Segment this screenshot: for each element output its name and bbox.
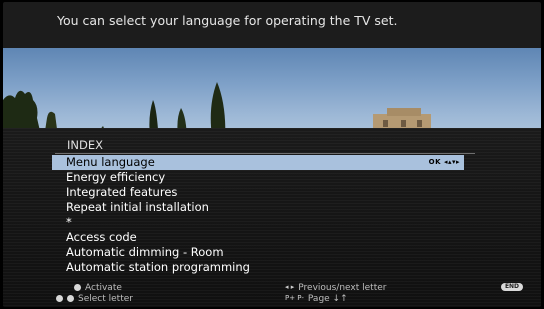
list-item-label: Access code — [66, 230, 137, 244]
list-item-energy-efficiency[interactable]: Energy efficiency — [52, 170, 464, 185]
info-message: You can select your language for operati… — [57, 13, 398, 28]
end-button-icon: END — [501, 283, 523, 291]
help-activate-label: Activate — [85, 283, 122, 293]
ok-navigate-hint: OK ◂▴▾▸ — [429, 155, 460, 170]
tv-frame: You can select your language for operati… — [0, 0, 544, 309]
list-item-label: Integrated features — [66, 185, 178, 199]
left-button-icon — [56, 295, 63, 302]
list-item-access-code[interactable]: Access code — [52, 230, 464, 245]
info-bar: You can select your language for operati… — [3, 2, 541, 49]
page-up-down-icon: P+ P- — [285, 294, 304, 302]
list-item-automatic-station-programming[interactable]: Automatic station programming — [52, 260, 464, 275]
help-page: P+ P- Page ↓↑ — [285, 294, 348, 304]
index-list: Menu language OK ◂▴▾▸ Energy efficiency … — [52, 155, 464, 275]
list-item-label: * — [66, 215, 72, 229]
list-item-label: Energy efficiency — [66, 170, 166, 184]
help-page-label: Page ↓↑ — [307, 294, 348, 304]
help-activate: Activate — [74, 283, 122, 293]
help-previous-next-label: Previous/next letter — [298, 283, 387, 293]
list-item-menu-language[interactable]: Menu language OK ◂▴▾▸ — [52, 155, 464, 170]
list-item-label: Automatic station programming — [66, 260, 250, 274]
list-item-asterisk[interactable]: * — [52, 215, 464, 230]
ok-button-icon — [74, 284, 81, 291]
index-title: INDEX — [67, 138, 103, 152]
navigation-arrows-icon: ◂▴▾▸ — [443, 158, 460, 166]
left-right-arrows-icon: ◂ ▸ — [285, 283, 295, 291]
list-item-automatic-dimming-room[interactable]: Automatic dimming - Room — [52, 245, 464, 260]
help-select-letter: Select letter — [56, 294, 133, 304]
ok-icon: OK — [428, 158, 441, 166]
list-item-label: Menu language — [66, 155, 155, 169]
index-divider — [55, 153, 475, 154]
list-item-label: Automatic dimming - Room — [66, 245, 224, 259]
list-item-label: Repeat initial installation — [66, 200, 209, 214]
list-item-integrated-features[interactable]: Integrated features — [52, 185, 464, 200]
help-previous-next: ◂ ▸ Previous/next letter — [285, 283, 386, 293]
list-item-repeat-initial-installation[interactable]: Repeat initial installation — [52, 200, 464, 215]
help-select-letter-label: Select letter — [78, 294, 133, 304]
right-button-icon — [67, 295, 74, 302]
